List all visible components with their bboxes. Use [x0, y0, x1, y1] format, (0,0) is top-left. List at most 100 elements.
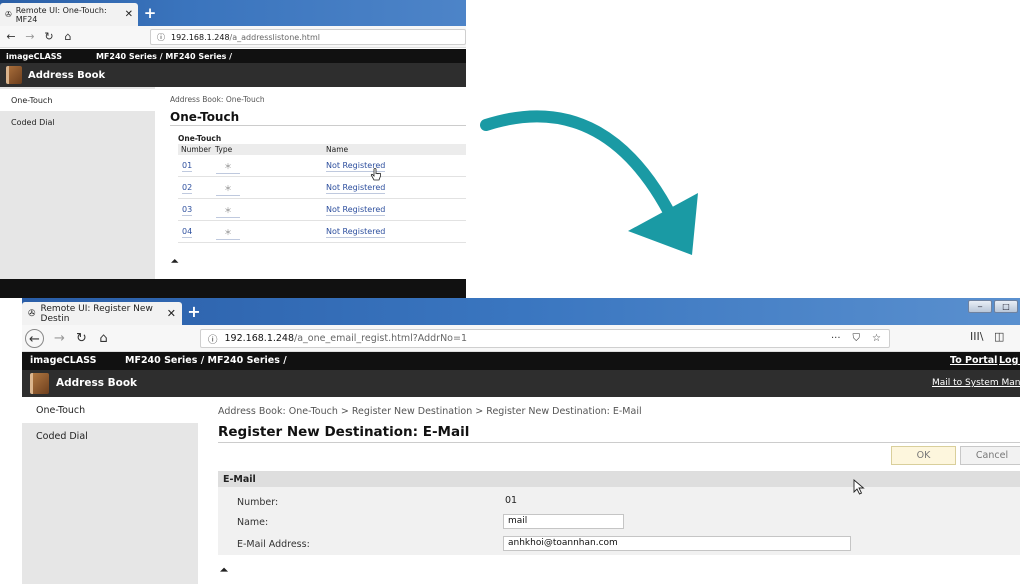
library-icon[interactable]: III\	[970, 330, 983, 343]
more-actions-icon[interactable]: ···	[831, 333, 841, 344]
address-book-icon	[30, 373, 49, 394]
section-title: Address Book	[56, 377, 138, 389]
title-divider	[218, 442, 1020, 443]
column-header-name: Name	[326, 145, 349, 154]
sidebar-toggle-icon[interactable]: ◫	[994, 330, 1004, 343]
cancel-button[interactable]: Cancel	[960, 446, 1020, 465]
tab-title: Remote UI: One-Touch: MF24	[15, 5, 107, 24]
browser-nav-bar: ← → ↻ ⌂ ⓘ 192.168.1.248 /a_one_email_reg…	[22, 325, 1020, 352]
page-footer	[0, 279, 466, 298]
breadcrumb: Address Book: One-Touch > Register New D…	[218, 406, 642, 417]
sidebar: One-Touch Coded Dial	[22, 397, 198, 584]
back-arrow-icon[interactable]: ←	[3, 29, 19, 45]
info-icon[interactable]: ⓘ	[157, 32, 165, 43]
panel-title: E-Mail	[218, 472, 1020, 487]
table-row: 04 ＊ Not Registered	[178, 221, 466, 243]
number-label: Number:	[237, 497, 279, 508]
to-portal-link[interactable]: To Portal	[950, 355, 997, 366]
new-tab-icon[interactable]: +	[142, 5, 158, 21]
app-header: imageCLASS MF240 Series / MF240 Series /	[0, 49, 466, 63]
title-divider	[170, 125, 466, 126]
url-bar[interactable]: ⓘ 192.168.1.248 /a_addresslistone.html	[150, 29, 466, 45]
page-title: Register New Destination: E-Mail	[218, 424, 470, 440]
sidebar-item-one-touch[interactable]: One-Touch	[22, 397, 198, 423]
sidebar-item-coded-dial[interactable]: Coded Dial	[22, 423, 198, 449]
back-to-top-icon[interactable]: ⏶	[171, 257, 178, 267]
browser-tab[interactable]: ✇ Remote UI: Register New Destin ✕	[22, 302, 182, 325]
app-header: imageCLASS MF240 Series / MF240 Series /…	[22, 352, 1020, 370]
canon-favicon-icon: ✇	[28, 308, 36, 319]
screenshot-one-touch-list: ✇ Remote UI: One-Touch: MF24 ✕ + ← → ↻ ⌂…	[0, 0, 466, 298]
section-bar: Address Book Mail to System Manag	[22, 370, 1020, 397]
tab-close-icon[interactable]: ✕	[125, 9, 133, 20]
pocket-icon[interactable]: ⛉	[853, 333, 861, 344]
row-type: ＊	[216, 205, 240, 218]
main-content: Address Book: One-Touch One-Touch One-To…	[155, 87, 466, 279]
table-row: 03 ＊ Not Registered	[178, 199, 466, 221]
mail-system-manager-link[interactable]: Mail to System Manag	[932, 378, 1020, 388]
hand-cursor-icon	[370, 168, 381, 181]
series-label: MF240 Series / MF240 Series /	[95, 51, 233, 61]
canon-favicon-icon: ✇	[5, 10, 12, 19]
back-arrow-icon[interactable]: ←	[25, 329, 44, 348]
column-header-number: Number	[181, 145, 212, 154]
url-actions: ··· ⛉ ☆	[831, 333, 881, 344]
reload-icon[interactable]: ↻	[41, 29, 57, 45]
row-type: ＊	[216, 161, 240, 174]
url-path: /a_addresslistone.html	[229, 32, 320, 42]
number-value: 01	[505, 495, 518, 506]
curved-arrow-icon	[480, 110, 698, 255]
tab-close-icon[interactable]: ✕	[167, 307, 176, 320]
ok-button[interactable]: OK	[891, 446, 956, 465]
row-type: ＊	[216, 227, 240, 240]
window-controls: ‒ □	[968, 300, 1020, 314]
table-header: Number Type Name	[178, 144, 466, 155]
bookmark-star-icon[interactable]: ☆	[872, 333, 881, 344]
table-row: 01 ＊ Not Registered	[178, 155, 466, 177]
browser-nav-bar: ← → ↻ ⌂ ⓘ 192.168.1.248 /a_addressliston…	[0, 26, 466, 48]
brand-label: imageCLASS	[30, 355, 97, 366]
url-host: 192.168.1.248	[224, 333, 295, 344]
section-title: Address Book	[28, 69, 106, 81]
row-name-link[interactable]: Not Registered	[326, 183, 386, 194]
browser-tab[interactable]: ✇ Remote UI: One-Touch: MF24 ✕	[0, 3, 138, 26]
browser-tab-bar: ✇ Remote UI: One-Touch: MF24 ✕ +	[0, 0, 466, 26]
table-subheading: One-Touch	[178, 134, 222, 143]
name-label: Name:	[237, 517, 269, 528]
row-type: ＊	[216, 183, 240, 196]
sidebar-item-one-touch[interactable]: One-Touch	[0, 89, 155, 111]
new-tab-icon[interactable]: +	[186, 303, 202, 321]
forward-arrow-icon[interactable]: →	[50, 329, 69, 348]
email-form-panel: E-Mail Number: 01 Name: mail E-Mail Addr…	[218, 471, 1020, 555]
row-name-link[interactable]: Not Registered	[326, 227, 386, 238]
row-number-link[interactable]: 04	[182, 227, 193, 238]
main-content: Address Book: One-Touch > Register New D…	[198, 397, 1020, 584]
maximize-icon[interactable]: □	[994, 300, 1018, 313]
row-number-link[interactable]: 01	[182, 161, 193, 172]
row-name-link[interactable]: Not Registered	[326, 205, 386, 216]
name-input[interactable]: mail	[503, 514, 624, 529]
column-header-type: Type	[215, 145, 233, 154]
row-number-link[interactable]: 02	[182, 183, 193, 194]
mouse-pointer-icon	[853, 479, 865, 495]
table-row: 02 ＊ Not Registered	[178, 177, 466, 199]
section-bar: Address Book	[0, 63, 466, 87]
reload-icon[interactable]: ↻	[72, 329, 91, 348]
home-icon[interactable]: ⌂	[94, 329, 113, 348]
sidebar: One-Touch Coded Dial	[0, 87, 155, 279]
address-book-icon	[6, 66, 22, 84]
email-address-input[interactable]: anhkhoi@toannhan.com	[503, 536, 851, 551]
home-icon[interactable]: ⌂	[60, 29, 76, 45]
info-icon[interactable]: ⓘ	[208, 332, 218, 346]
forward-arrow-icon[interactable]: →	[22, 29, 38, 45]
sidebar-item-coded-dial[interactable]: Coded Dial	[0, 111, 155, 133]
email-address-label: E-Mail Address:	[237, 539, 310, 550]
minimize-icon[interactable]: ‒	[968, 300, 992, 313]
logout-link[interactable]: Log O	[999, 355, 1020, 366]
row-number-link[interactable]: 03	[182, 205, 193, 216]
url-bar[interactable]: ⓘ 192.168.1.248 /a_one_email_regist.html…	[200, 329, 890, 348]
back-to-top-icon[interactable]: ⏶	[220, 565, 228, 576]
page-title: One-Touch	[170, 110, 240, 124]
series-label: MF240 Series / MF240 Series /	[125, 355, 287, 366]
url-host: 192.168.1.248	[171, 32, 230, 42]
